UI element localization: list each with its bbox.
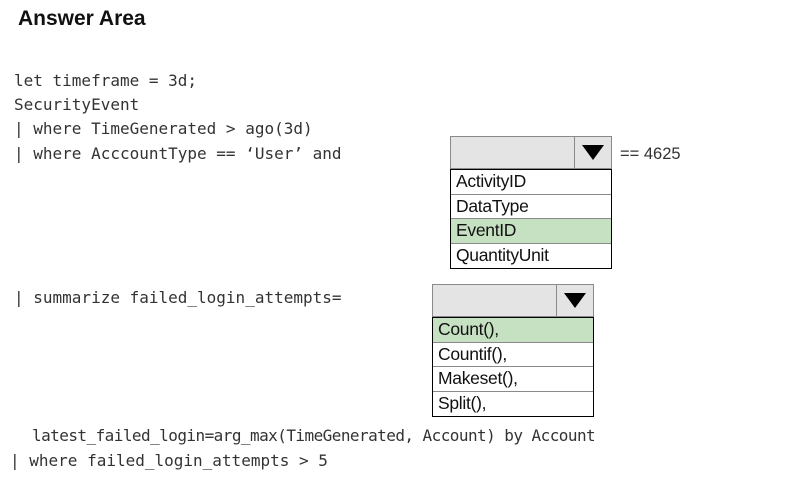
code-line-where-time: | where TimeGenerated > ago(3d) <box>14 119 313 138</box>
code-line-where-account: | where AcccountType == ‘User’ and <box>14 144 342 163</box>
option-eventid[interactable]: EventID <box>451 219 611 244</box>
page-title: Answer Area <box>18 7 146 30</box>
code-line-summarize: | summarize failed_login_attempts= <box>14 288 342 307</box>
option-activityid[interactable]: ActivityID <box>451 170 611 195</box>
field-dropdown[interactable] <box>450 136 612 169</box>
dropdown-arrow-button[interactable] <box>556 285 593 316</box>
function-options-list: Count(), Countif(), Makeset(), Split(), <box>432 317 594 417</box>
option-count[interactable]: Count(), <box>433 318 593 343</box>
option-quantityunit[interactable]: QuantityUnit <box>451 244 611 269</box>
code-line-table: SecurityEvent <box>14 95 140 114</box>
code-line-event-suffix: == 4625 <box>620 145 681 163</box>
chevron-down-icon <box>564 293 586 308</box>
function-dropdown[interactable] <box>432 284 594 317</box>
code-line-where-failed: | where failed_login_attempts > 5 <box>10 451 328 470</box>
dropdown-arrow-button[interactable] <box>574 137 611 168</box>
option-makeset[interactable]: Makeset(), <box>433 367 593 392</box>
code-line-latest-failed: latest_failed_login=arg_max(TimeGenerate… <box>32 426 596 445</box>
code-line-timeframe: let timeframe = 3d; <box>14 71 198 90</box>
option-split[interactable]: Split(), <box>433 392 593 417</box>
option-countif[interactable]: Countif(), <box>433 343 593 367</box>
option-datatype[interactable]: DataType <box>451 195 611 219</box>
field-options-list: ActivityID DataType EventID QuantityUnit <box>450 169 612 269</box>
chevron-down-icon <box>582 145 604 160</box>
